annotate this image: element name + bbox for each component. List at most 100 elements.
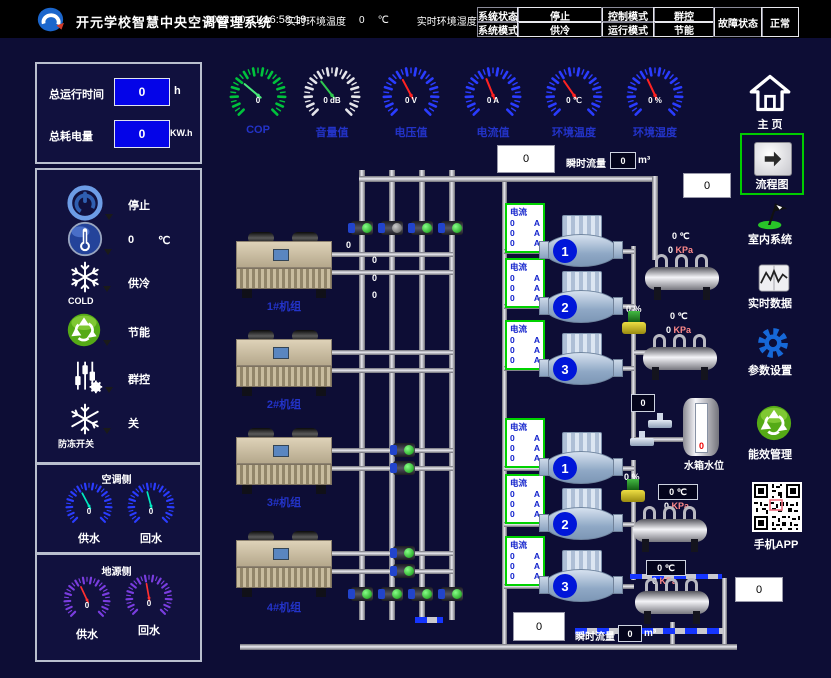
- runtime-unit: h: [174, 85, 181, 97]
- pump-3[interactable]: 3: [542, 333, 620, 387]
- temp-unit: ℃: [158, 234, 170, 247]
- ac-return-gauge: 0: [124, 480, 178, 528]
- chiller-unit-3[interactable]: [236, 428, 332, 494]
- pipe-segment: [330, 350, 453, 355]
- env-temp-value: 0: [359, 15, 365, 26]
- nav-energy[interactable]: 能效管理: [742, 446, 798, 462]
- manifold1-pressure: 0 KPa: [668, 245, 693, 255]
- mode-text: 供冷: [128, 275, 150, 291]
- nav-flow-selected[interactable]: 流程图: [740, 133, 804, 195]
- nav-params[interactable]: 参数设置: [742, 362, 798, 378]
- energy-recycle-icon[interactable]: [755, 404, 793, 447]
- inline-valve[interactable]: [393, 461, 415, 475]
- control-valve-2[interactable]: [621, 490, 645, 502]
- butterfly-valve[interactable]: [351, 587, 373, 601]
- pipe-segment: [722, 578, 727, 648]
- tank-aux-value: 0: [631, 394, 655, 412]
- flow-pipe-segment: [415, 617, 443, 623]
- source-return-label: 回水: [122, 622, 176, 638]
- butterfly-valve[interactable]: [411, 587, 433, 601]
- pipe-segment: [330, 270, 453, 275]
- butterfly-valve[interactable]: [381, 221, 403, 235]
- manifold2-temp: 0 ℃: [670, 311, 688, 322]
- control-valve-1[interactable]: [622, 322, 646, 334]
- hmi-screen: 开元学校智慧中央空调管理系统 2022-10-11 16:58:19 实时环境温…: [0, 0, 831, 678]
- numeric-display: 0: [683, 173, 731, 198]
- nav-app[interactable]: 手机APP: [746, 536, 806, 552]
- runtime-label: 总运行时间: [49, 86, 104, 102]
- source-supply-gauge: 0: [60, 574, 114, 622]
- fault-status-value: 正常: [761, 7, 799, 37]
- pump-1[interactable]: 1: [542, 215, 620, 269]
- tank-valve[interactable]: [630, 438, 654, 446]
- manifold4-temp: 0 ℃: [646, 560, 686, 576]
- energy-label: 总耗电量: [49, 128, 93, 144]
- tank-level-value: 0: [696, 441, 707, 451]
- inline-valve[interactable]: [393, 546, 415, 560]
- butterfly-valve[interactable]: [441, 221, 463, 235]
- chiller-3-label: 3#机组: [254, 494, 314, 510]
- pipe-segment: [330, 252, 453, 257]
- logo-icon: [36, 6, 70, 38]
- chiller-2-label: 2#机组: [254, 396, 314, 412]
- top-status-bar: 开元学校智慧中央空调管理系统 2022-10-11 16:58:19 实时环境温…: [0, 0, 831, 38]
- voltage-gauge: 0 V: [380, 64, 442, 122]
- energy-value: 0: [114, 120, 170, 148]
- pump-2[interactable]: 2: [542, 271, 620, 325]
- sliders-icon[interactable]: [68, 359, 104, 400]
- chiller-1-label: 1#机组: [254, 298, 314, 314]
- antifreeze-state-text: 关: [128, 415, 139, 431]
- inline-valve[interactable]: [393, 443, 415, 457]
- pipe-value: 0: [372, 255, 377, 265]
- run-mode-value[interactable]: 节能: [653, 21, 715, 37]
- source-return-gauge: 0: [122, 572, 176, 620]
- nav-flow: 流程图: [746, 176, 798, 192]
- manifold2-pressure: 0 KPa: [666, 325, 691, 335]
- source-supply-label: 供水: [60, 626, 114, 642]
- pump-6[interactable]: 3: [542, 550, 620, 604]
- env-hum-label2: 环境湿度: [625, 124, 685, 140]
- nav-indoor[interactable]: 室内系统: [742, 231, 798, 247]
- env-temp-unit: ℃: [378, 15, 389, 26]
- energy-unit: KW.h: [170, 128, 193, 138]
- chiller-unit-2[interactable]: [236, 330, 332, 396]
- control-text: 群控: [128, 371, 150, 387]
- cold-caption: COLD: [68, 296, 94, 306]
- realtime-data-icon[interactable]: [758, 264, 790, 297]
- system-mode-value[interactable]: 供冷: [517, 21, 603, 37]
- chiller-unit-4[interactable]: [236, 531, 332, 597]
- manifold-tank-4: [635, 578, 709, 624]
- indoor-system-icon[interactable]: [756, 200, 790, 235]
- chiller-unit-1[interactable]: [236, 232, 332, 298]
- home-icon[interactable]: [748, 72, 792, 119]
- thermometer-icon[interactable]: [67, 221, 103, 262]
- pump-4[interactable]: 1: [542, 432, 620, 486]
- nav-realtime[interactable]: 实时数据: [742, 295, 798, 311]
- system-mode-label: 系统模式: [477, 21, 519, 37]
- butterfly-valve[interactable]: [381, 587, 403, 601]
- pump-5[interactable]: 2: [542, 488, 620, 542]
- pipe-segment: [652, 176, 658, 260]
- butterfly-valve[interactable]: [351, 221, 373, 235]
- env-temp-label2: 环境温度: [544, 124, 604, 140]
- inline-valve[interactable]: [393, 564, 415, 578]
- butterfly-valve[interactable]: [411, 221, 433, 235]
- env-hum-label: 实时环境湿度: [417, 13, 477, 28]
- flow-bottom-label: 瞬时流量: [575, 628, 615, 643]
- butterfly-valve[interactable]: [441, 587, 463, 601]
- cop-gauge: 0: [227, 64, 289, 122]
- qr-code-icon[interactable]: [751, 482, 803, 537]
- numeric-display: 0: [513, 612, 565, 641]
- runtime-value: 0: [114, 78, 170, 106]
- temp-value: 0: [128, 234, 134, 246]
- recycle-icon[interactable]: [66, 312, 102, 353]
- params-gear-icon[interactable]: [756, 326, 790, 365]
- manifold1-temp: 0 ℃: [672, 231, 690, 242]
- snowflake-cold-icon[interactable]: [68, 260, 102, 299]
- ac-supply-gauge: 0: [62, 480, 116, 528]
- antifreeze-snowflake-icon[interactable]: [68, 402, 102, 441]
- run-state-text: 停止: [128, 197, 150, 213]
- manifold-tank-1: [645, 254, 719, 300]
- nav-home[interactable]: 主 页: [744, 116, 796, 132]
- tank-valve[interactable]: [648, 420, 672, 428]
